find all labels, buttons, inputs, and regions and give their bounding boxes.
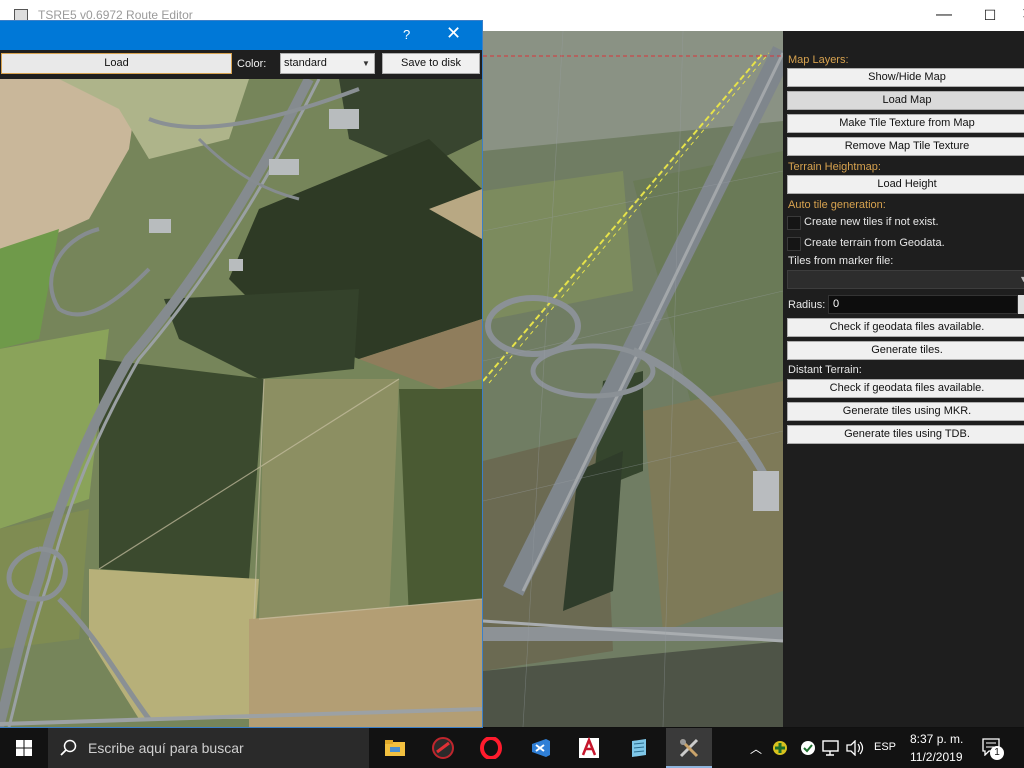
load-button[interactable]: Load [1,53,232,74]
visual-studio-icon [532,739,550,757]
visual-studio-button[interactable] [518,728,564,768]
chevron-down-icon: ▼ [362,59,370,68]
save-to-disk-button[interactable]: Save to disk [382,53,480,74]
chevron-down-icon: ▼ [1019,274,1024,284]
show-hide-map-button[interactable]: Show/Hide Map [787,68,1024,87]
3d-viewport[interactable] [483,31,783,727]
create-terrain-geodata-label: Create terrain from Geodata. [804,237,945,249]
satellite-map-canvas[interactable] [0,79,482,727]
dialog-close-button[interactable]: ✕ [446,23,461,44]
color-select[interactable]: standard ▼ [280,53,375,74]
clock-time[interactable]: 8:37 p. m. [910,732,963,746]
minimize-button[interactable]: — [921,0,967,31]
generate-tiles-button[interactable]: Generate tiles. [787,341,1024,360]
unknown-app-icon [432,737,454,759]
search-icon [60,739,77,756]
clock-date[interactable]: 11/2/2019 [910,750,963,764]
autocad-icon [579,737,599,758]
terrain-view [483,31,783,727]
marker-file-select[interactable]: ▼ [787,270,1024,289]
notepad-button[interactable] [616,728,662,768]
create-new-tiles-checkbox[interactable] [787,216,801,230]
close-button[interactable]: ✕ [1005,0,1024,31]
dialog-toolbar: Load Color: standard ▼ Save to disk [0,50,482,79]
windows-start-button[interactable] [0,728,48,768]
notification-badge: 1 [990,746,1004,760]
notepad-icon [632,739,646,757]
map-layers-heading: Map Layers: [788,54,849,66]
tools-panel: Map Layers: Show/Hide Map Load Map Make … [783,31,1024,727]
distant-terrain-heading: Distant Terrain: [788,364,862,376]
generate-tiles-mkr-button[interactable]: Generate tiles using MKR. [787,402,1024,421]
taskbar: Escribe aquí para buscar ︿ ESP 8:37 p. m… [0,728,1024,768]
color-label: Color: [237,58,267,70]
tools-icon [679,738,699,758]
radius-spinner[interactable] [1018,295,1024,314]
tiles-from-marker-label: Tiles from marker file: [788,255,894,267]
autocad-button[interactable] [566,728,612,768]
generate-tiles-tdb-button[interactable]: Generate tiles using TDB. [787,425,1024,444]
shield-icon[interactable] [772,740,788,756]
unknown-app-button[interactable] [420,728,466,768]
language-indicator[interactable]: ESP [874,741,896,753]
help-button[interactable]: ? [403,27,410,42]
map-dialog: ? ✕ Load Color: standard ▼ Save to disk [0,20,483,728]
color-select-value: standard [284,57,327,69]
security-icon[interactable] [800,740,816,756]
radius-input[interactable]: 0 [828,295,1018,314]
chevron-up-icon[interactable]: ︿ [750,740,762,757]
create-terrain-geodata-checkbox[interactable] [787,237,801,251]
check-geodata-button[interactable]: Check if geodata files available. [787,318,1024,337]
file-explorer-button[interactable] [372,728,418,768]
auto-tile-heading: Auto tile generation: [788,199,886,211]
create-new-tiles-label: Create new tiles if not exist. [804,216,939,228]
check-geodata-distant-button[interactable]: Check if geodata files available. [787,379,1024,398]
notifications-button[interactable]: 1 [980,738,1008,760]
satellite-map-image [0,79,482,727]
remove-map-tile-texture-button[interactable]: Remove Map Tile Texture [787,137,1024,156]
make-tile-texture-button[interactable]: Make Tile Texture from Map [787,114,1024,133]
network-icon[interactable] [822,740,840,756]
windows-start-icon [16,740,32,756]
terrain-heightmap-heading: Terrain Heightmap: [788,161,881,173]
load-height-button[interactable]: Load Height [787,175,1024,194]
load-map-button[interactable]: Load Map [787,91,1024,110]
volume-icon[interactable] [846,740,864,756]
opera-icon [480,737,502,759]
radius-label: Radius: [788,299,826,311]
file-explorer-icon [385,740,405,756]
dialog-title-bar: ? ✕ [0,21,482,50]
opera-button[interactable] [468,728,514,768]
route-editor-taskbar-button[interactable] [666,728,712,768]
search-placeholder: Escribe aquí para buscar [88,740,244,756]
taskbar-search[interactable]: Escribe aquí para buscar [48,728,369,768]
